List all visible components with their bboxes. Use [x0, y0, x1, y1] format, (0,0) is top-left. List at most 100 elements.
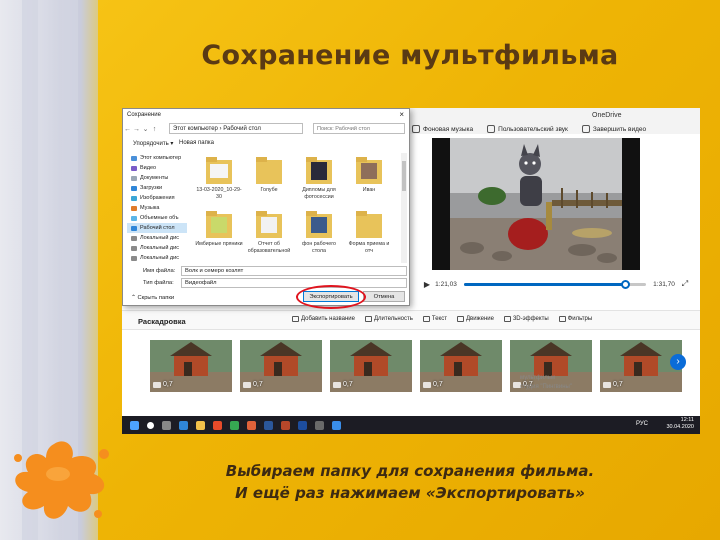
music-note-icon — [412, 125, 420, 133]
3d-effects-label: 3D-эффекты — [512, 316, 549, 322]
filters-button[interactable]: Фильтры — [558, 316, 593, 322]
up-arrow-icon[interactable]: ↑ — [150, 126, 159, 133]
filters-icon — [558, 316, 566, 322]
preview-scene-image — [432, 138, 640, 270]
filename-field[interactable]: Волк и семеро козлят — [181, 266, 407, 276]
sidebar-item-local-disk[interactable]: Локальный дис — [127, 233, 187, 243]
storyboard-title: Раскадровка — [138, 317, 186, 326]
sidebar-item-this-pc[interactable]: Этот компьютер — [127, 153, 187, 163]
folder-icon — [356, 211, 382, 238]
desktop-folder-icon — [131, 225, 137, 231]
sidebar-item-desktop[interactable]: Рабочий стол — [127, 223, 187, 233]
search-input[interactable]: Поиск: Рабочий стол — [313, 123, 405, 134]
folder-icon — [256, 157, 282, 184]
language-indicator[interactable]: РУС — [636, 421, 648, 427]
photoshop-icon[interactable] — [298, 420, 307, 430]
custom-audio-button[interactable]: Пользовательский звук — [487, 125, 568, 133]
store-icon[interactable] — [213, 420, 222, 430]
overlay-line: мультфильм — [520, 375, 556, 381]
frame-duration: 0,7 — [153, 381, 173, 388]
sidebar-item-video[interactable]: Видео — [127, 163, 187, 173]
clock[interactable]: 12:11 30.04.2020 — [666, 417, 694, 431]
task-view-icon[interactable] — [162, 420, 171, 430]
word-icon[interactable] — [264, 420, 273, 430]
sidebar-item-label: Загрузки — [140, 185, 163, 191]
music-folder-icon — [131, 205, 137, 211]
video-preview[interactable] — [432, 138, 640, 270]
clock-date: 30.04.2020 — [666, 424, 694, 430]
slide-caption: Выбираем папку для сохранения фильма. И … — [160, 460, 660, 504]
yandex-browser-icon[interactable] — [247, 420, 256, 430]
storyboard-frame[interactable]: 0,7 — [240, 340, 322, 392]
close-icon[interactable]: × — [399, 110, 404, 119]
sidebar-item-music[interactable]: Музыка — [127, 203, 187, 213]
background-music-label: Фоновая музыка — [423, 125, 474, 133]
audio-icon — [487, 125, 496, 133]
play-icon[interactable]: ▶ — [422, 280, 432, 289]
storyboard-frame[interactable]: 0,7 — [330, 340, 412, 392]
sidebar-item-documents[interactable]: Документы — [127, 173, 187, 183]
search-icon[interactable] — [147, 421, 154, 429]
folder-item[interactable]: фон рабочего стола — [295, 209, 343, 254]
folder-name: фон рабочего стола — [302, 241, 336, 254]
sidebar-item-local-disk[interactable]: Локальный дис — [127, 253, 187, 263]
powerpoint-icon[interactable] — [281, 420, 290, 430]
dialog-command-bar: Упорядочить ▾ Новая папка — [123, 138, 409, 150]
sidebar-item-downloads[interactable]: Загрузки — [127, 183, 187, 193]
filetype-select[interactable]: Видеофайл — [181, 278, 407, 288]
chevron-down-icon[interactable]: ⌄ — [141, 125, 150, 133]
duration-button[interactable]: Длительность — [364, 316, 413, 322]
overlay-line: студия "Пингвины" — [520, 384, 572, 390]
folder-item[interactable]: Отчет об образовательной — [245, 209, 293, 254]
documents-folder-icon — [131, 175, 137, 181]
frame-duration: 0,7 — [333, 381, 353, 388]
background-music-button[interactable]: Фоновая музыка — [412, 125, 473, 133]
video-editor-icon[interactable] — [315, 420, 324, 430]
new-folder-button[interactable]: Новая папка — [179, 140, 214, 146]
seek-thumb[interactable] — [621, 279, 631, 289]
file-list: 13-03-2020_10-29-30 Голубе Дипломы для ф… — [195, 155, 401, 263]
back-arrow-icon[interactable]: ← — [123, 126, 132, 133]
scrollbar-thumb[interactable] — [402, 161, 406, 191]
cancel-button[interactable]: Отмена — [363, 291, 405, 302]
folder-item[interactable]: Имбирные пряники — [195, 209, 243, 248]
add-title-button[interactable]: Добавить название — [292, 316, 355, 322]
scroll-right-button[interactable]: › — [670, 354, 686, 370]
export-highlight-circle — [296, 285, 366, 309]
storyboard-frame[interactable]: 0,7 — [420, 340, 502, 392]
edge-browser-icon[interactable] — [179, 420, 188, 430]
finish-video-button[interactable]: Завершить видео — [581, 125, 646, 133]
sidebar-item-label: Рабочий стол — [140, 225, 175, 231]
address-bar[interactable]: Этот компьютер › Рабочий стол — [169, 123, 303, 134]
chrome-icon[interactable] — [230, 420, 239, 430]
folder-item[interactable]: Дипломы для фотосессии — [295, 155, 343, 200]
folder-item[interactable]: Форма приема и отч — [345, 209, 393, 254]
file-explorer-icon[interactable] — [196, 420, 205, 430]
sidebar-item-label: Этот компьютер — [140, 155, 182, 161]
filters-label: Фильтры — [567, 316, 593, 322]
organize-button[interactable]: Упорядочить ▾ — [133, 140, 173, 147]
3d-effects-button[interactable]: 3D-эффекты — [503, 316, 549, 322]
forward-arrow-icon[interactable]: → — [132, 126, 141, 133]
folder-name: Иван — [362, 187, 376, 193]
folder-item[interactable]: Иван — [345, 155, 393, 194]
sidebar-item-3d-objects[interactable]: Объемные объ — [127, 213, 187, 223]
file-list-scrollbar[interactable] — [401, 153, 407, 263]
video-folder-icon — [131, 165, 137, 171]
text-button[interactable]: Текст — [422, 316, 447, 322]
sidebar-item-label: Изображения — [140, 195, 175, 201]
folder-item[interactable]: Голубе — [245, 155, 293, 194]
fullscreen-icon[interactable]: ⤢ — [678, 279, 692, 289]
current-time: 1:21,03 — [435, 280, 457, 288]
sidebar-item-pictures[interactable]: Изображения — [127, 193, 187, 203]
playback-bar: ▶ 1:21,03 1:31,70 ⤢ — [422, 276, 692, 292]
seek-slider[interactable] — [464, 279, 646, 289]
motion-button[interactable]: Движение — [456, 316, 494, 322]
sidebar-item-local-disk[interactable]: Локальный дис — [127, 243, 187, 253]
hide-folders-toggle[interactable]: ⌃ Скрыть папки — [131, 295, 174, 301]
windows-start-icon[interactable] — [130, 420, 139, 430]
sidebar-item-label: Видео — [140, 165, 157, 171]
photos-app-icon[interactable] — [332, 420, 341, 430]
folder-item[interactable]: 13-03-2020_10-29-30 — [195, 155, 243, 200]
storyboard-frame[interactable]: 0,7 — [150, 340, 232, 392]
